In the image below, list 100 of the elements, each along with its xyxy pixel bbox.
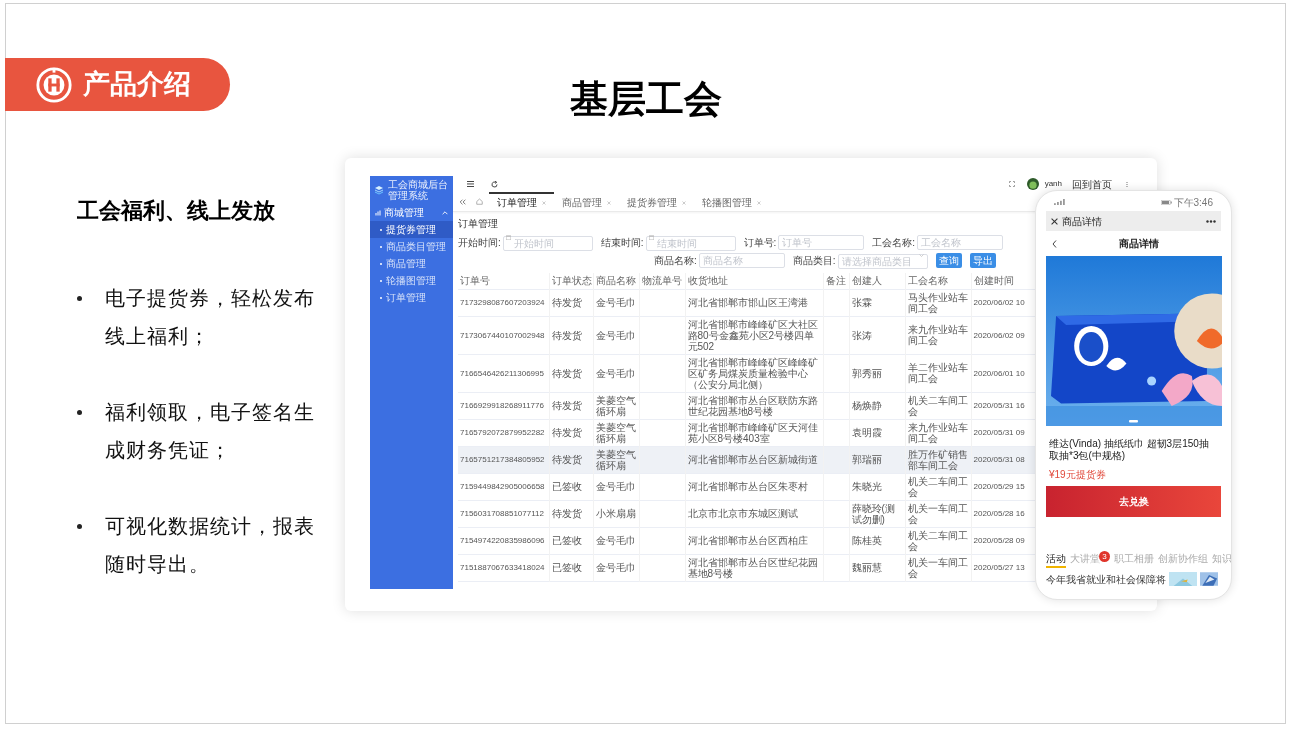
table-cell-text: 7156031708851077112 [460,508,545,519]
table-cell-text: 张霖 [851,297,873,308]
table-cell-text: 河北省邯郸市邯山区王湾港 [687,297,809,308]
table-cell: 机关二车间工会 [907,529,969,552]
table-cell-text: 已签收 [551,535,583,546]
sidebar-item[interactable]: 商品类目管理 [370,238,453,255]
home-icon[interactable] [476,198,483,205]
table-cell: 机关二车间工会 [907,475,969,498]
status-time: 下午3:46 [1173,195,1213,210]
field-label: 商品类目: [792,253,836,268]
close-icon[interactable] [1051,217,1058,225]
table-cell-text: 河北省邯郸市峰峰矿区大社区路80号金鑫苑小区2号楼四单元502 [687,318,819,352]
table-cell-text: 7165751217384805952 [460,454,546,465]
table-cell-text: 河北省邯郸市丛台区西柏庄 [687,535,809,546]
table-cell-text: 待发货 [551,329,583,341]
tab[interactable]: 订单管理 [489,191,554,212]
table-cell-text: 7166929918268911776 [460,400,545,411]
user-name[interactable]: yanh [1044,178,1062,190]
more-icon[interactable] [1206,219,1216,223]
table-cell-text: 朱晓光 [851,481,883,492]
table-cell-text: 河北省邯郸市峰峰矿区峰峰矿区矿务局煤炭质量检验中心（公安分局北侧） [687,356,819,390]
table-cell-text: 2020/05/31 09 [973,427,1026,438]
table-cell-text: 7173067440107002948 [460,329,546,341]
table-cell-text: 已签收 [551,481,583,492]
table-cell: 金号毛巾 [595,562,637,573]
bullet-icon [77,410,82,415]
table-cell-text: 已签收 [551,562,583,573]
product-price: ¥19元提货券 [1049,468,1107,482]
tab[interactable]: 轮播图管理 [694,191,769,212]
table-cell: 金号毛巾 [595,367,637,379]
bullet-icon [77,296,82,301]
sidebar-item[interactable]: 商品管理 [370,255,453,272]
column-header: 收货地址 [685,273,823,289]
table-cell: 金号毛巾 [595,481,637,492]
page-title: 商品详情 [1119,237,1159,251]
collapse-icon[interactable] [459,198,466,205]
column-header: 商品名称 [593,273,639,289]
table-cell-text: 薛晓玲(测试勿删) [851,502,896,525]
field-label: 订单号: [743,235,777,250]
bullet-text: 电子提货券，轻松发布线上福利； [105,286,316,349]
tab[interactable]: 活动 [1046,551,1066,568]
sidebar-item[interactable]: 订单管理 [370,289,453,306]
menu-group[interactable]: 商城管理 [370,204,453,221]
table-cell-text: 河北省邯郸市丛台区世纪花园基地8号楼 [687,556,819,579]
bullet-text: 福利领取，电子签名生成财务凭证； [105,400,316,463]
table-cell-text: 7166546426211306995 [460,367,545,379]
table-cell: 金号毛巾 [595,297,637,308]
table-cell-text: 2020/05/31 08 [973,454,1026,465]
fullscreen-icon[interactable] [1008,181,1015,187]
table-cell-text: 北京市北京市东城区测试 [687,508,799,519]
table-cell-text: 杨焕静 [851,400,883,411]
table-cell: 美菱空气循环扇 [595,448,637,471]
column-header: 备注 [823,273,849,289]
form-title: 订单管理 [458,217,498,230]
table-cell: 机关一车间工会 [907,556,969,579]
signal-icon [1054,199,1066,205]
back-icon[interactable] [1052,239,1057,248]
table-cell: 来九作业站车间工会 [907,421,969,444]
menu-icon[interactable] [467,181,474,187]
table-cell: 胜万作矿销售部车间工会 [907,448,969,471]
table-cell-text: 2020/05/28 09 [973,535,1026,546]
table-cell-text: 待发货 [551,400,583,411]
table-cell-text: 2020/05/27 13 [973,562,1026,573]
tab[interactable]: 大讲堂 3 [1070,551,1110,568]
search-button[interactable]: 查询 [935,252,962,268]
table-cell-text: 待发货 [551,454,583,465]
table-cell: 羊二作业站车间工会 [907,362,969,384]
tab[interactable]: 商品管理 [554,191,619,212]
table-cell-text: 河北省邯郸市峰峰矿区天河佳苑小区8号楼403室 [687,421,819,444]
banner-title: 产品介绍 [83,68,191,102]
table-cell-text: 2020/06/01 10 [973,367,1026,379]
home-link[interactable]: 回到首页 [1072,176,1112,192]
table-cell-text: 河北省邯郸市丛台区新城街道 [687,454,819,465]
table-cell-text: 郭瑞丽 [851,454,883,465]
table-cell: 金号毛巾 [595,535,637,546]
battery-icon [1160,199,1172,205]
tab[interactable]: 提货券管理 [619,191,694,212]
table-cell-text: 7159449842905006658 [460,481,546,492]
refresh-icon[interactable] [491,180,498,188]
chevron-icon [918,254,924,257]
table-cell-text: 2020/05/28 16 [973,508,1026,519]
menu-group-label: 商城管理 [384,206,425,220]
table-cell-text: 河北省邯郸市丛台区朱枣村 [687,481,809,492]
calendar-icon [505,235,511,240]
table-cell-text: 待发货 [551,508,583,519]
avatar[interactable] [1026,178,1039,190]
column-header: 订单号 [458,273,549,289]
table-cell-text: 7173298087607203924 [460,297,546,308]
field-label: 工会名称: [872,235,916,250]
export-button[interactable]: 导出 [969,252,996,268]
calendar-icon [648,235,654,240]
table-cell: 机关二车间工会 [907,394,969,417]
column-header: 订单状态 [549,273,593,289]
sidebar-item[interactable]: 提货券管理 [370,221,453,238]
product-name: 维达(Vinda) 抽纸纸巾 超韧3层150抽取抽*3包(中规格) [1049,438,1210,462]
field-label: 开始时间: [458,235,501,250]
table-cell: 来九作业站车间工会 [907,324,969,346]
stack-icon [374,185,384,195]
redeem-button[interactable]: 去兑换 [1046,486,1221,517]
sidebar-item[interactable]: 轮播图管理 [370,272,453,289]
